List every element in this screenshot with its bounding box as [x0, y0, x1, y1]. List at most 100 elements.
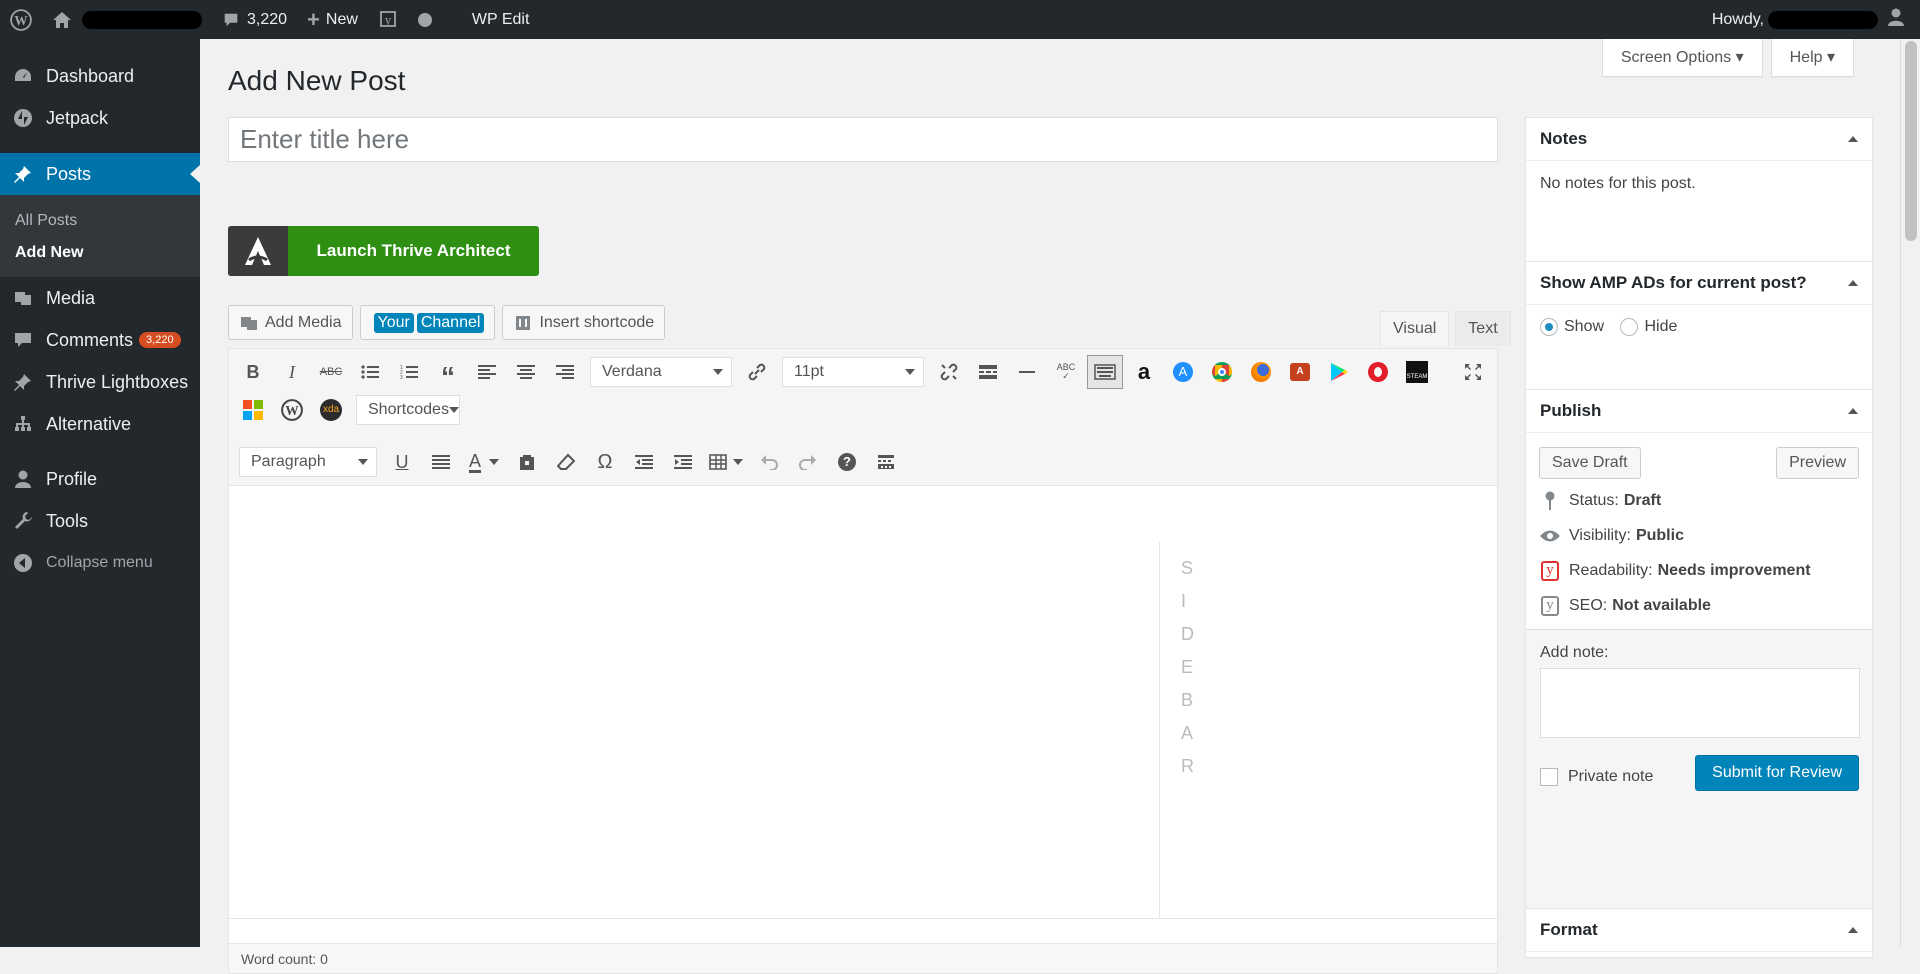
font-family-select[interactable]: Verdana — [590, 357, 732, 387]
toggle-arrow-icon[interactable] — [1848, 136, 1858, 142]
align-center-button[interactable] — [508, 355, 544, 389]
insert-link-button[interactable] — [739, 355, 775, 389]
text-color-button[interactable]: A — [462, 445, 506, 479]
show-radio[interactable] — [1540, 318, 1558, 336]
help-shortcuts-button[interactable]: ? — [829, 445, 865, 479]
page-scrollbar[interactable] — [1900, 39, 1920, 947]
tab-text[interactable]: Text — [1455, 311, 1511, 346]
xda-icon[interactable]: xda — [313, 393, 349, 427]
table-button[interactable] — [704, 445, 748, 479]
collapse-menu-button[interactable]: Collapse menu — [0, 542, 200, 584]
sidebar-item-comments[interactable]: Comments 3,220 — [0, 319, 200, 361]
special-character-button[interactable]: Ω — [587, 445, 623, 479]
chrome-icon[interactable] — [1204, 355, 1240, 389]
outdent-button[interactable] — [626, 445, 662, 479]
numbered-list-button[interactable]: 123 — [391, 355, 427, 389]
fullscreen-button[interactable] — [1455, 355, 1491, 389]
sidebar-item-posts[interactable]: Posts — [0, 153, 200, 195]
app-store-icon[interactable]: A — [1165, 355, 1201, 389]
toggle-arrow-icon[interactable] — [1848, 927, 1858, 933]
help-button[interactable]: Help ▾ — [1770, 39, 1854, 77]
save-draft-button[interactable]: Save Draft — [1539, 447, 1641, 479]
submit-for-review-button[interactable]: Submit for Review — [1695, 755, 1859, 791]
submenu-add-new[interactable]: Add New — [0, 237, 200, 269]
toggle-arrow-icon[interactable] — [1848, 280, 1858, 286]
sidebar-letter: A — [1181, 723, 1194, 743]
paste-text-button[interactable] — [509, 445, 545, 479]
yoast-icon[interactable]: y — [368, 0, 408, 39]
google-play-icon[interactable] — [1321, 355, 1357, 389]
avatar[interactable] — [1886, 7, 1906, 32]
your-channel-button[interactable]: Your Channel — [359, 305, 496, 340]
publish-box-header[interactable]: Publish — [1526, 390, 1872, 433]
comments-link[interactable]: 3,220 — [212, 0, 297, 39]
launch-thrive-architect-button[interactable]: Launch Thrive Architect — [228, 226, 539, 276]
add-media-button[interactable]: Add Media — [228, 305, 353, 340]
add-note-textarea[interactable] — [1540, 668, 1860, 738]
status-dot-icon[interactable] — [408, 0, 442, 39]
blockquote-button[interactable]: “ — [430, 355, 466, 391]
preview-button[interactable]: Preview — [1776, 447, 1859, 479]
italic-button[interactable]: I — [274, 355, 310, 389]
new-content-link[interactable]: + New — [297, 0, 368, 39]
clear-formatting-button[interactable] — [548, 445, 584, 479]
amp-box-header[interactable]: Show AMP ADs for current post? — [1526, 262, 1872, 305]
wp-edit-link[interactable]: WP Edit — [462, 0, 540, 39]
toggle-arrow-icon[interactable] — [1848, 408, 1858, 414]
firefox-icon[interactable] — [1243, 355, 1279, 389]
howdy-label[interactable]: Howdy, — [1712, 11, 1764, 29]
sidebar-item-profile[interactable]: Profile — [0, 458, 200, 500]
site-home-icon[interactable] — [42, 0, 212, 39]
sidebar-item-thrive-lightboxes[interactable]: Thrive Lightboxes — [0, 361, 200, 403]
wordpress-logo-icon[interactable]: W — [0, 0, 42, 39]
font-size-select[interactable]: 11pt — [782, 357, 924, 387]
underline-button[interactable]: U — [384, 445, 420, 479]
shortcodes-select[interactable]: Shortcodes — [356, 395, 460, 425]
spellcheck-button[interactable]: ABC ✓ — [1048, 355, 1084, 389]
align-right-button[interactable] — [547, 355, 583, 389]
sidebar-item-tools[interactable]: Tools — [0, 500, 200, 542]
comments-count: 3,220 — [247, 10, 288, 28]
notes-box-header[interactable]: Notes — [1526, 118, 1872, 161]
numbered-list-icon: 123 — [400, 365, 418, 380]
align-left-button[interactable] — [469, 355, 505, 389]
horizontal-line-button[interactable] — [1009, 355, 1045, 389]
hide-radio[interactable] — [1620, 318, 1639, 336]
eye-icon — [1539, 529, 1561, 543]
read-more-button[interactable] — [970, 355, 1006, 389]
indent-button[interactable] — [665, 445, 701, 479]
sidebar-item-jetpack[interactable]: Jetpack — [0, 97, 200, 139]
sidebar-item-media[interactable]: Media — [0, 277, 200, 319]
scrollbar-thumb[interactable] — [1905, 41, 1917, 241]
justify-button[interactable] — [423, 445, 459, 479]
notes-box: Notes No notes for this post. — [1525, 117, 1873, 274]
post-title-input[interactable]: Enter title here — [228, 117, 1498, 162]
bold-button[interactable]: B — [235, 355, 271, 389]
undo-button[interactable] — [751, 445, 787, 479]
private-note-checkbox[interactable] — [1540, 768, 1558, 786]
sidebar-item-alternative[interactable]: Alternative — [0, 403, 200, 445]
amazon-icon[interactable]: a — [1126, 355, 1162, 389]
redacted-username — [1768, 10, 1878, 29]
insert-shortcode-button[interactable]: Insert shortcode — [502, 305, 666, 340]
screen-options-button[interactable]: Screen Options ▾ — [1601, 39, 1763, 77]
strikethrough-button[interactable]: ABC — [313, 355, 349, 389]
editor-content-area[interactable]: S I D E B A R — [229, 542, 1497, 918]
bullet-list-button[interactable] — [352, 355, 388, 389]
submenu-all-posts[interactable]: All Posts — [0, 205, 200, 237]
windows-icon[interactable] — [235, 393, 271, 427]
fullscreen-icon — [1465, 364, 1481, 380]
opera-icon[interactable] — [1360, 355, 1396, 389]
format-box-header[interactable]: Format — [1526, 909, 1872, 952]
steam-icon[interactable]: STEAM — [1399, 355, 1435, 389]
pin-icon — [1539, 491, 1561, 511]
format-select[interactable]: Paragraph — [239, 447, 377, 477]
android-market-icon[interactable]: A — [1282, 355, 1318, 389]
wordpress-icon[interactable]: W — [274, 393, 310, 427]
sidebar-item-dashboard[interactable]: Dashboard — [0, 55, 200, 97]
page-break-button[interactable] — [868, 445, 904, 479]
unlink-button[interactable] — [931, 355, 967, 389]
redo-button[interactable] — [790, 445, 826, 479]
tab-visual[interactable]: Visual — [1380, 311, 1450, 346]
toolbar-toggle-button[interactable] — [1087, 355, 1123, 389]
